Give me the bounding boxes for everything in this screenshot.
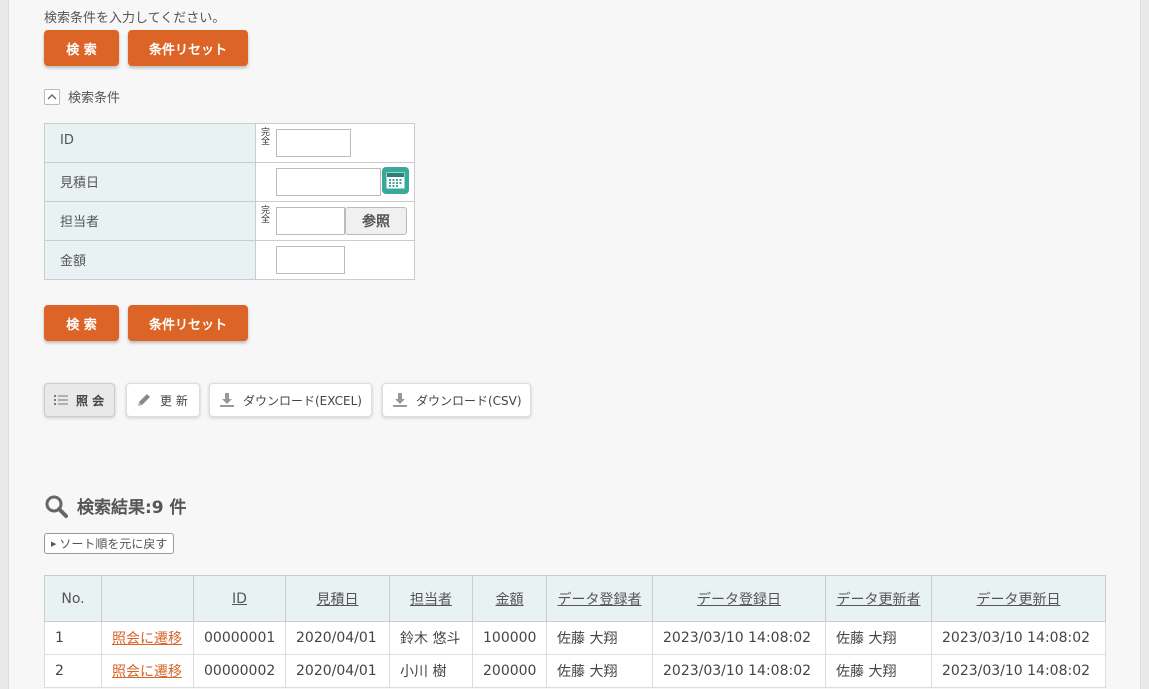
cell-person: 小川 樹: [389, 654, 473, 688]
download-excel-label: ダウンロード(EXCEL): [243, 393, 362, 408]
header-no: No.: [44, 575, 102, 622]
header-creator[interactable]: データ登録者: [546, 575, 653, 622]
exact-mark: 完全: [261, 206, 271, 225]
table-row: 1 照会に遷移 00000001 2020/04/01 鈴木 悠斗 100000…: [44, 621, 1106, 655]
result-title: 検索結果:9 件: [44, 493, 187, 518]
conditions-toggle[interactable]: 検索条件: [44, 87, 120, 106]
cell-date: 2020/04/01: [285, 621, 390, 655]
cell-created: 2023/03/10 14:08:02: [652, 621, 826, 655]
header-id[interactable]: ID: [193, 575, 286, 622]
cell-id: 00000001: [193, 621, 286, 655]
header-date[interactable]: 見積日: [285, 575, 390, 622]
search-icon: [45, 495, 68, 518]
amount-input[interactable]: [276, 246, 345, 274]
calendar-icon[interactable]: [382, 167, 409, 194]
person-input[interactable]: [276, 207, 345, 235]
list-icon: [54, 395, 68, 405]
date-input[interactable]: [276, 168, 381, 196]
cell-amount: 200000: [472, 654, 547, 688]
cell-amount: 100000: [472, 621, 547, 655]
instruction-text: 検索条件を入力してください。: [44, 11, 226, 26]
reference-button[interactable]: 参照: [345, 207, 407, 235]
cell-date: 2020/04/01: [285, 654, 390, 688]
id-input[interactable]: [276, 129, 351, 157]
cell-person: 鈴木 悠斗: [389, 621, 473, 655]
cell-no: 2: [44, 654, 102, 688]
table-row: 2 照会に遷移 00000002 2020/04/01 小川 樹 200000 …: [44, 654, 1106, 688]
download-icon: [220, 393, 234, 407]
header-amount[interactable]: 金額: [472, 575, 547, 622]
cell-created: 2023/03/10 14:08:02: [652, 654, 826, 688]
download-csv-label: ダウンロード(CSV): [416, 393, 522, 408]
triangle-right-icon: ▶: [51, 539, 57, 548]
view-mode-label: 照 会: [76, 393, 105, 408]
view-link[interactable]: 照会に遷移: [112, 631, 182, 647]
chevron-up-icon: [44, 88, 60, 105]
cell-id: 00000002: [193, 654, 286, 688]
update-mode-button[interactable]: 更 新: [126, 383, 200, 417]
search-button-bottom[interactable]: 検 索: [44, 305, 119, 341]
results-table: No. ID 見積日 担当者 金額 データ登録者 データ登録日 データ更新者 デ…: [44, 575, 1106, 688]
header-updater[interactable]: データ更新者: [825, 575, 932, 622]
download-excel-button[interactable]: ダウンロード(EXCEL): [209, 383, 372, 417]
cell-no: 1: [44, 621, 102, 655]
download-csv-button[interactable]: ダウンロード(CSV): [382, 383, 531, 417]
search-button-top[interactable]: 検 索: [44, 30, 119, 66]
result-count: 検索結果:9 件: [77, 498, 187, 518]
reset-button-top[interactable]: 条件リセット: [128, 30, 248, 66]
cell-creator: 佐藤 大翔: [546, 621, 653, 655]
sort-reset-label: ソート順を元に戻す: [59, 537, 168, 551]
cell-updated: 2023/03/10 14:08:02: [931, 654, 1106, 688]
exact-mark: 完全: [261, 128, 271, 147]
amount-label: 金額: [44, 240, 256, 280]
person-label: 担当者: [44, 201, 256, 241]
header-link: [101, 575, 194, 622]
cell-updated: 2023/03/10 14:08:02: [931, 621, 1106, 655]
table-header-row: No. ID 見積日 担当者 金額 データ登録者 データ登録日 データ更新者 デ…: [44, 575, 1106, 622]
reset-button-bottom[interactable]: 条件リセット: [128, 305, 248, 341]
download-icon: [393, 393, 407, 407]
cell-creator: 佐藤 大翔: [546, 654, 653, 688]
header-updated[interactable]: データ更新日: [931, 575, 1106, 622]
id-label: ID: [44, 123, 256, 163]
conditions-toggle-label: 検索条件: [68, 91, 121, 106]
cell-updater: 佐藤 大翔: [825, 654, 932, 688]
pencil-icon: [138, 394, 150, 406]
update-mode-label: 更 新: [160, 393, 188, 408]
header-person[interactable]: 担当者: [389, 575, 473, 622]
view-link[interactable]: 照会に遷移: [112, 664, 182, 680]
view-mode-button[interactable]: 照 会: [44, 383, 115, 417]
cell-updater: 佐藤 大翔: [825, 621, 932, 655]
sort-reset-button[interactable]: ▶ ソート順を元に戻す: [44, 533, 174, 554]
conditions-table: ID 完全 見積日 担当者 完全 参照 金額: [44, 123, 415, 280]
date-label: 見積日: [44, 162, 256, 202]
header-created[interactable]: データ登録日: [652, 575, 826, 622]
main-panel: 検索条件を入力してください。 検 索 条件リセット 検索条件 ID 完全 見積日: [8, 0, 1141, 689]
